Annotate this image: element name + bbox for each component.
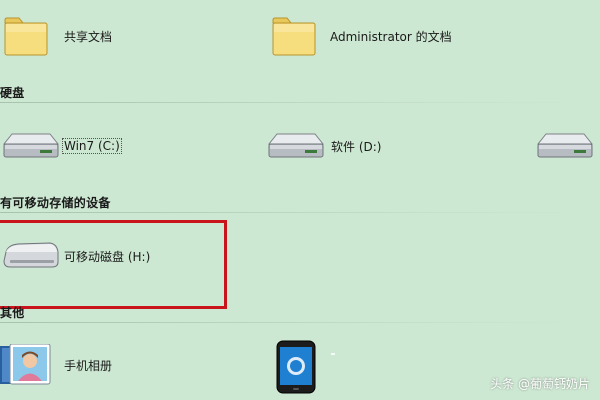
highlight-box bbox=[0, 220, 227, 309]
drive-label: Win7 (C:) bbox=[62, 138, 122, 154]
group-divider bbox=[0, 212, 600, 213]
group-header-removable: 有可移动存储的设备 bbox=[0, 196, 111, 210]
phone-photo-album[interactable]: 手机相册 bbox=[0, 344, 112, 386]
hard-drive-icon bbox=[534, 130, 594, 162]
folder-icon bbox=[270, 14, 318, 58]
hard-drive-icon bbox=[265, 130, 325, 162]
folder-administrator-documents[interactable]: Administrator 的文档 bbox=[270, 14, 452, 58]
group-header-hard-disks: 硬盘 bbox=[0, 86, 25, 100]
drive-label: 软件 (D:) bbox=[331, 139, 382, 154]
photo-album-icon bbox=[0, 344, 52, 386]
photo-album-label: 手机相册 bbox=[64, 358, 113, 373]
folder-icon bbox=[2, 14, 50, 58]
drive-c[interactable]: Win7 (C:) bbox=[0, 130, 122, 162]
group-header-other: 其他 bbox=[0, 306, 25, 320]
drive-e[interactable] bbox=[534, 130, 594, 162]
phone-device-icon bbox=[276, 340, 316, 394]
group-divider bbox=[0, 322, 600, 323]
folder-label: Administrator 的文档 bbox=[330, 29, 452, 44]
hard-drive-icon bbox=[0, 130, 60, 162]
small-mark bbox=[331, 353, 335, 355]
folder-label: 共享文档 bbox=[64, 29, 113, 44]
group-divider bbox=[0, 102, 600, 103]
watermark: 头条 @葡萄钙奶片 bbox=[490, 377, 590, 391]
phone-device[interactable] bbox=[276, 340, 316, 394]
folder-shared-documents[interactable]: 共享文档 bbox=[2, 14, 112, 58]
drive-d[interactable]: 软件 (D:) bbox=[265, 130, 381, 162]
